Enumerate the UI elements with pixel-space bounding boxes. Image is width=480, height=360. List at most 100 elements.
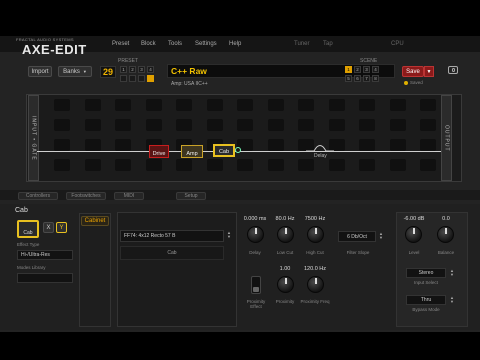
menu-preset[interactable]: Preset [112,41,129,47]
menu-tools[interactable]: Tools [168,41,182,47]
proximity-effect-toggle[interactable] [251,276,261,294]
grid-cell[interactable] [115,99,131,111]
scene-4[interactable]: 4 [372,66,379,73]
grid-cell[interactable] [389,139,406,151]
banks-button[interactable]: Banks ▼ [58,66,92,77]
grid-cell[interactable] [84,159,101,171]
grid-cell[interactable] [145,159,162,171]
input-select-stepper-icon[interactable]: ▲ ▼ [450,269,454,277]
grid-cell[interactable] [420,119,436,131]
menu-tap[interactable]: Tap [323,41,333,47]
grid-cell[interactable] [267,99,284,111]
grid-cell[interactable] [359,139,375,151]
block-drive[interactable]: Drive [149,145,169,158]
grid-cell[interactable] [359,99,375,111]
grid-cell[interactable] [298,119,314,131]
tab-setup[interactable]: Setup [176,192,206,200]
menu-block[interactable]: Block [141,41,156,47]
tab-controllers[interactable]: Controllers [18,192,58,200]
preset-slot-6[interactable] [129,75,136,82]
modes-library-select[interactable] [17,273,73,283]
preset-slot-2[interactable]: 2 [129,66,136,73]
grid-cell[interactable] [237,99,253,111]
grid-cell[interactable] [206,99,223,111]
grid-cell[interactable] [54,159,70,171]
grid-cell[interactable] [389,119,406,131]
grid-cell[interactable] [176,99,192,111]
grid-cell[interactable] [267,139,284,151]
grid-cell[interactable] [298,159,314,171]
grid-cell[interactable] [328,119,345,131]
grid-cell[interactable] [84,99,101,111]
filter-slope-stepper-icon[interactable]: ▲ ▼ [379,232,383,240]
menu-settings[interactable]: Settings [195,41,217,47]
camera-icon[interactable] [448,66,458,74]
preset-slot-1[interactable]: 1 [120,66,127,73]
delay-knob[interactable] [247,226,264,243]
import-button[interactable]: Import [28,66,52,77]
block-amp[interactable]: Amp [181,145,203,158]
grid-cell[interactable] [359,159,375,171]
grid-cell[interactable] [84,139,101,151]
grid-cell[interactable] [298,99,314,111]
grid-cell[interactable] [145,99,162,111]
output-bar[interactable]: OUTPUT [441,95,452,181]
tab-cabinet[interactable]: Cabinet [81,216,109,226]
scene-5[interactable]: 5 [345,75,352,82]
ir-select[interactable]: FF74: 4x12 Recto 57 B [120,230,224,242]
bypass-stepper-icon[interactable]: ▲ ▼ [450,296,454,304]
x-button[interactable]: X [43,222,54,233]
save-dropdown[interactable]: ▼ [424,66,434,77]
ir-slot[interactable]: Cab [120,246,224,260]
grid-cell[interactable] [389,99,406,111]
grid-cell[interactable] [176,119,192,131]
y-button[interactable]: Y [56,222,67,233]
grid-cell[interactable] [84,119,101,131]
ir-stepper-icon[interactable]: ▲ ▼ [227,231,231,239]
grid-cell[interactable] [420,139,436,151]
scene-3[interactable]: 3 [363,66,370,73]
save-button[interactable]: Save [402,66,424,77]
preset-slot-8[interactable] [147,75,154,82]
grid-cell[interactable] [54,99,70,111]
preset-slot-3[interactable]: 3 [138,66,145,73]
scene-2[interactable]: 2 [354,66,361,73]
tab-footswitches[interactable]: Footswitches [66,192,106,200]
low-cut-knob[interactable] [277,226,294,243]
proximity-knob[interactable] [277,276,294,293]
grid-cell[interactable] [267,159,284,171]
input-gate-bar[interactable]: INPUT • GATE [28,95,39,181]
grid-cell[interactable] [237,119,253,131]
preset-number[interactable]: 29 [100,66,116,78]
scene-6[interactable]: 6 [354,75,361,82]
scene-8[interactable]: 8 [372,75,379,82]
grid-cell[interactable] [176,159,192,171]
balance-knob[interactable] [437,226,454,243]
grid-cell[interactable] [206,119,223,131]
scene-1[interactable]: 1 [345,66,352,73]
proximity-freq-knob[interactable] [307,276,324,293]
grid-cell[interactable] [54,139,70,151]
cab-block-button[interactable]: Cab [17,220,39,238]
preset-slot-5[interactable] [120,75,127,82]
grid-cell[interactable] [115,159,131,171]
grid-cell[interactable] [420,99,436,111]
grid-cell[interactable] [237,159,253,171]
block-cab[interactable]: Cab [213,144,235,157]
preset-slot-7[interactable] [138,75,145,82]
high-cut-knob[interactable] [307,226,324,243]
grid-cell[interactable] [115,139,131,151]
grid-cell[interactable] [115,119,131,131]
bypass-mode-select[interactable]: Thru [406,295,446,305]
preset-slot-4[interactable]: 4 [147,66,154,73]
input-select[interactable]: Stereo [406,268,446,278]
menu-help[interactable]: Help [229,41,241,47]
grid-cell[interactable] [359,119,375,131]
grid-cell[interactable] [420,159,436,171]
grid-cell[interactable] [328,159,345,171]
level-knob[interactable] [405,226,422,243]
connection-node[interactable] [235,147,241,153]
tab-midi[interactable]: MIDI [114,192,144,200]
grid-cell[interactable] [145,119,162,131]
grid-cell[interactable] [389,159,406,171]
